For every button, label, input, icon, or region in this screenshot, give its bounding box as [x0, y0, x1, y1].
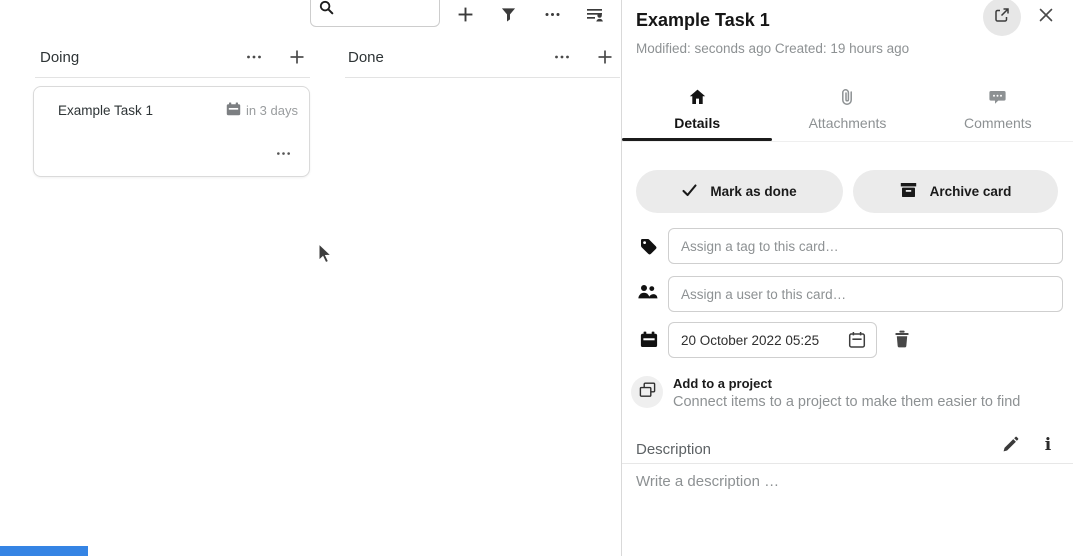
pencil-icon — [1002, 436, 1019, 458]
column-add-button[interactable] — [592, 44, 618, 70]
card-due: in 3 days — [226, 102, 298, 119]
tab-label: Details — [674, 115, 720, 131]
assignee-list-button[interactable] — [582, 1, 608, 27]
description-divider — [622, 463, 1073, 464]
task-card[interactable]: Example Task 1 in 3 days — [33, 86, 310, 177]
archive-card-button[interactable]: Archive card — [853, 170, 1058, 213]
external-link-icon — [994, 7, 1010, 28]
column-add-button[interactable] — [284, 44, 310, 70]
add-to-project-button[interactable] — [631, 376, 663, 408]
due-date-field[interactable]: 20 October 2022 05:25 — [668, 322, 877, 358]
column-more-button[interactable] — [549, 44, 575, 70]
users-icon — [637, 283, 658, 299]
column-divider — [35, 77, 310, 78]
panel-title: Example Task 1 — [636, 10, 770, 31]
close-icon — [1039, 8, 1053, 27]
check-icon — [682, 184, 697, 200]
tab-label: Comments — [964, 115, 1032, 131]
home-icon — [689, 88, 706, 106]
mouse-cursor — [318, 243, 333, 269]
close-panel-button[interactable] — [1036, 7, 1056, 27]
add-to-project-subtitle: Connect items to a project to make them … — [673, 394, 1020, 410]
card-top-row: Example Task 1 in 3 days — [34, 87, 309, 119]
panel-meta: Modified: seconds ago Created: 19 hours … — [636, 41, 909, 56]
tab-comments[interactable]: Comments — [923, 82, 1073, 141]
calendar-icon — [226, 102, 241, 119]
paperclip-icon — [841, 88, 853, 106]
remove-due-date-button[interactable] — [891, 330, 913, 352]
column-title: Doing — [40, 49, 79, 66]
column-more-button[interactable] — [241, 44, 267, 70]
add-to-project-title[interactable]: Add to a project — [673, 376, 772, 391]
accent-progress-bar — [0, 546, 88, 556]
card-due-label: in 3 days — [246, 103, 298, 118]
column-header-done: Done — [348, 42, 618, 72]
comment-icon — [989, 88, 1006, 106]
card-title: Example Task 1 — [58, 103, 153, 118]
search-box[interactable] — [310, 0, 440, 27]
assign-user-input[interactable] — [668, 276, 1063, 312]
column-divider — [345, 77, 620, 78]
trash-icon — [894, 330, 910, 353]
search-icon — [319, 0, 334, 20]
assign-tag-input[interactable] — [668, 228, 1063, 264]
more-options-button[interactable] — [539, 1, 565, 27]
filter-button[interactable] — [495, 1, 521, 27]
description-label: Description — [636, 441, 711, 458]
project-copy-icon — [639, 382, 656, 403]
tab-attachments[interactable]: Attachments — [772, 82, 922, 141]
due-date-value: 20 October 2022 05:25 — [681, 333, 848, 348]
tab-details[interactable]: Details — [622, 82, 772, 141]
archive-card-label: Archive card — [930, 184, 1012, 199]
add-card-button[interactable] — [452, 1, 478, 27]
tab-label: Attachments — [809, 115, 887, 131]
active-tab-indicator — [622, 138, 772, 141]
description-placeholder[interactable]: Write a description … — [636, 473, 779, 490]
app-window: Doing Done Example Task 1 — [0, 0, 1073, 556]
description-info-button[interactable]: i — [1039, 433, 1057, 457]
open-in-window-button[interactable] — [983, 0, 1021, 36]
mark-as-done-button[interactable]: Mark as done — [636, 170, 843, 213]
panel-tabs: Details Attachments Comments — [622, 82, 1073, 142]
archive-icon — [900, 182, 917, 201]
column-title: Done — [348, 49, 384, 66]
column-header-doing: Doing — [40, 42, 310, 72]
search-input[interactable] — [339, 1, 435, 23]
mark-as-done-label: Mark as done — [710, 184, 796, 199]
edit-description-button[interactable] — [999, 437, 1021, 457]
tag-icon — [639, 237, 658, 256]
card-more-button[interactable] — [270, 140, 296, 166]
calendar-picker-icon[interactable] — [848, 331, 866, 349]
info-icon: i — [1045, 435, 1051, 455]
calendar-icon — [640, 331, 658, 348]
